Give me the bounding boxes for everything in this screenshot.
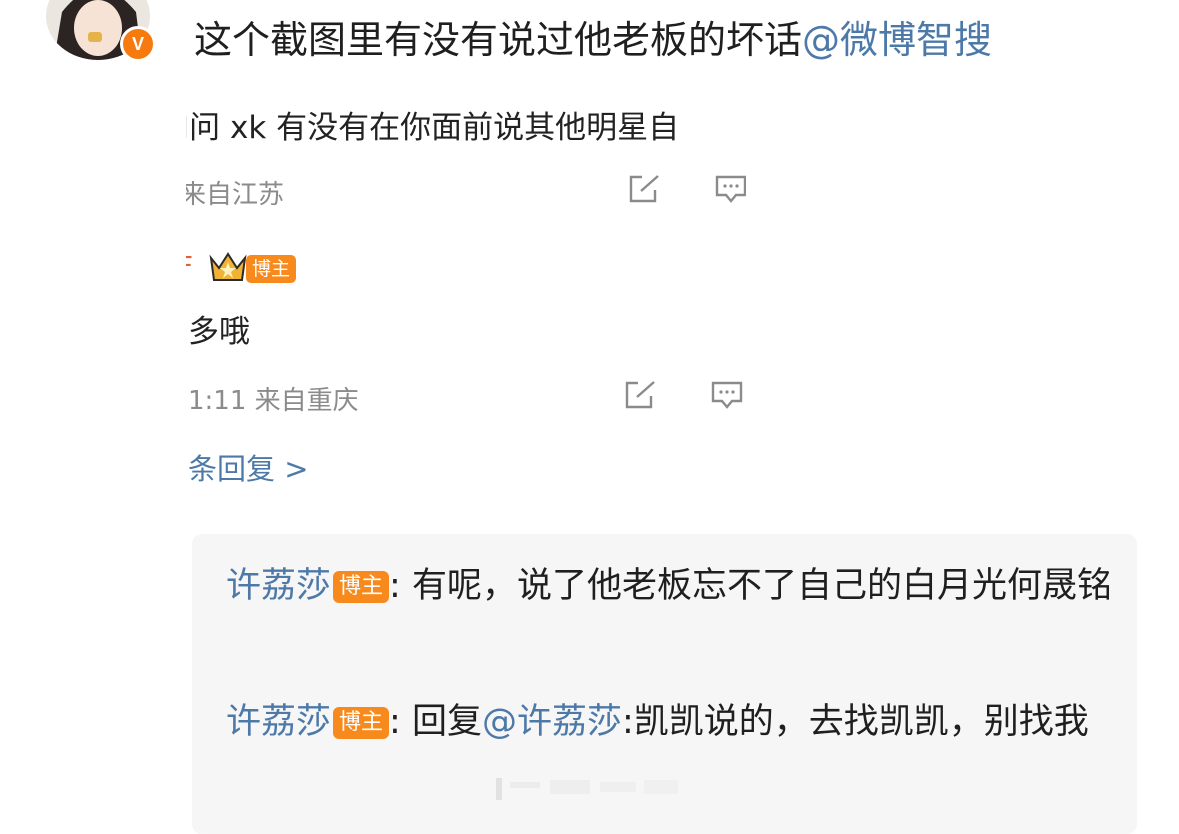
reply-author[interactable]: 许荔莎 — [226, 702, 331, 742]
share-icon[interactable] — [624, 380, 658, 410]
reply-separator: : — [389, 702, 412, 742]
mention-link[interactable]: @微博智搜 — [802, 18, 992, 62]
reply-item: 许荔莎 博主: 回复@许荔莎:凯凯说的，去找凯凯，别找我 — [226, 698, 1116, 746]
comment-meta: 来自江苏 — [186, 180, 285, 210]
reply-separator: : — [389, 566, 412, 606]
blogger-tag: 博主 — [333, 707, 390, 739]
watermark — [496, 778, 678, 800]
reply-text: :凯凯说的，去找凯凯，别找我 — [621, 702, 1089, 742]
reply-text: 有呢，说了他老板忘不了自己的白月光何晟铭 — [411, 566, 1112, 606]
more-replies-link[interactable]: 条回复 > — [188, 446, 309, 488]
reply-prefix: 回复 — [411, 702, 482, 742]
comment-text: J问 xk 有没有在你面前说其他明星自 — [186, 110, 680, 146]
share-icon[interactable] — [628, 174, 662, 204]
blogger-tag: 博主 — [246, 255, 297, 283]
reply-mention[interactable]: @许荔莎 — [482, 702, 622, 742]
blogger-tag: 博主 — [333, 571, 390, 603]
embedded-screenshot: J问 xk 有没有在你面前说其他明星自 来自江苏 F 博主 多哦 1:11 来自… — [186, 92, 746, 502]
verified-badge-icon: V — [120, 26, 156, 62]
reply-author[interactable]: 许荔莎 — [226, 566, 331, 606]
post-text: 这个截图里有没有说过他老板的坏话@微博智搜 — [194, 12, 992, 68]
commenter-name[interactable]: F — [186, 252, 193, 282]
comment-icon[interactable] — [714, 174, 746, 204]
comment-text: 多哦 — [188, 314, 250, 350]
crown-icon — [209, 252, 247, 281]
comment-icon[interactable] — [710, 380, 744, 410]
post-body: 这个截图里有没有说过他老板的坏话 — [194, 18, 803, 62]
comment-meta: 1:11 来自重庆 — [188, 386, 359, 416]
reply-item: 许荔莎 博主: 有呢，说了他老板忘不了自己的白月光何晟铭 — [226, 562, 1116, 610]
